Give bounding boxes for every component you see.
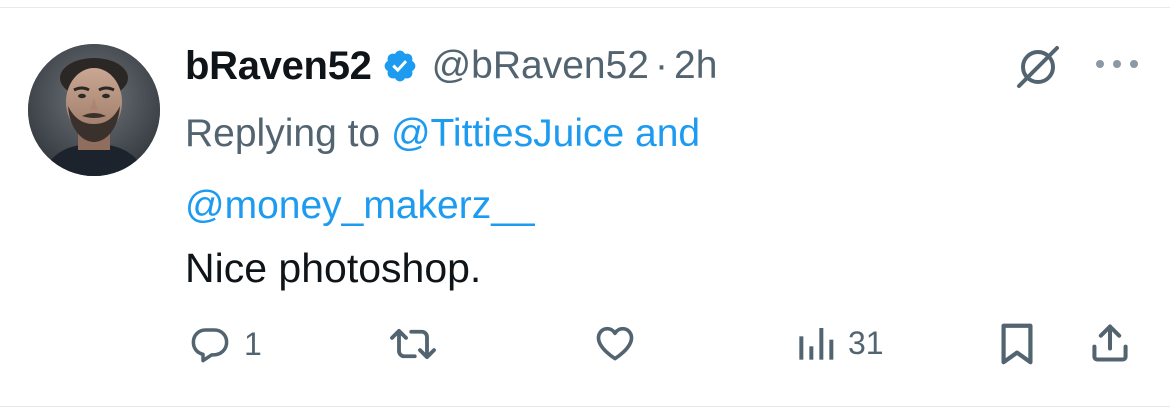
retweet-icon <box>386 323 440 365</box>
bookmark-icon <box>997 321 1037 367</box>
top-divider <box>0 7 1170 8</box>
more-icon[interactable] <box>1094 57 1140 71</box>
views-icon <box>796 323 836 363</box>
reply-count: 1 <box>244 325 262 362</box>
reply-mention-link[interactable]: @TittiesJuice <box>391 112 624 155</box>
avatar[interactable] <box>28 44 160 176</box>
separator-dot: · <box>655 44 668 87</box>
tweet-text: Nice photoshop. <box>185 245 482 291</box>
share-icon <box>1088 321 1132 365</box>
verified-badge-icon[interactable] <box>382 48 418 84</box>
share-button[interactable] <box>1088 321 1132 365</box>
retweet-button[interactable] <box>386 323 440 365</box>
reply-icon <box>188 323 232 365</box>
like-button[interactable] <box>592 321 638 365</box>
replying-to: Replying to @TittiesJuice and @money_mak… <box>185 98 885 242</box>
like-icon <box>592 321 638 365</box>
reply-mention-link[interactable]: @money_makerz__ <box>185 184 535 227</box>
bookmark-button[interactable] <box>997 321 1037 367</box>
views-button[interactable]: 31 <box>796 323 884 363</box>
views-count: 31 <box>848 324 884 361</box>
replying-prefix: Replying to <box>185 112 381 155</box>
display-name[interactable]: bRaven52 <box>185 44 372 89</box>
tweet-card[interactable]: bRaven52 @bRaven52 · 2h Replying to @Tit… <box>0 0 1170 415</box>
reply-conjunction: and <box>635 112 701 155</box>
bottom-divider <box>0 406 1170 407</box>
reply-button[interactable]: 1 <box>188 323 262 365</box>
tweet-header: bRaven52 @bRaven52 · 2h <box>185 36 717 96</box>
user-handle[interactable]: @bRaven52 <box>432 44 649 88</box>
tweet-timestamp[interactable]: 2h <box>674 44 717 88</box>
grok-icon[interactable] <box>1013 44 1063 90</box>
